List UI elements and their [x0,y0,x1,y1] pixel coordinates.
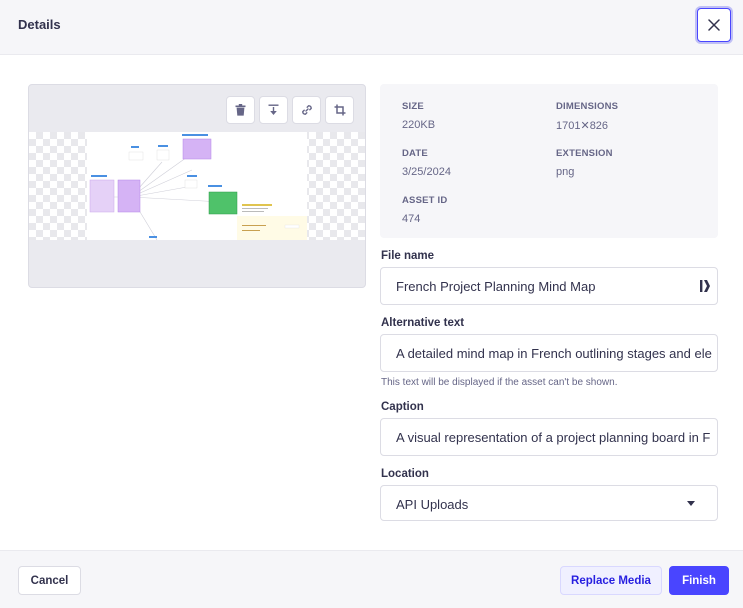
size-value: 220KB [402,119,436,131]
link-icon [301,105,312,115]
meta-date: DATE 3/25/2024 [402,148,451,178]
caption-field[interactable]: A visual representation of a project pla… [380,418,718,456]
trash-icon [235,104,246,116]
file-name-input[interactable] [396,268,686,304]
file-name-label: File name [381,250,435,262]
close-icon [708,19,720,31]
alt-text-field[interactable]: A detailed mind map in French outlining … [380,334,718,372]
modal-header: Details [0,0,743,55]
asset-metadata: SIZE 220KB DIMENSIONS 1701✕826 DATE 3/25… [380,84,718,238]
date-label: DATE [402,148,428,159]
location-label: Location [381,468,429,480]
file-name-field [380,267,718,305]
crop-icon [334,104,345,116]
copy-link-button[interactable] [292,96,321,124]
download-button[interactable] [259,96,288,124]
asset-id-value: 474 [402,213,421,225]
extension-value: png [556,166,575,178]
location-select[interactable]: API Uploads [380,485,718,521]
crop-button[interactable] [325,96,354,124]
asset-preview [28,84,366,288]
meta-size: SIZE 220KB [402,101,435,131]
chevron-down-icon [687,501,695,506]
size-label: SIZE [402,101,424,112]
preview-toolbar [226,96,354,124]
location-selected-value: API Uploads [396,497,469,512]
cancel-button[interactable]: Cancel [18,566,81,595]
replace-media-button[interactable]: Replace Media [560,566,662,595]
caption-label: Caption [381,401,424,413]
asset-thumbnail [87,132,307,240]
alt-text-input[interactable]: A detailed mind map in French outlining … [396,346,712,361]
close-button[interactable] [697,8,731,42]
asset-id-label: ASSET ID [402,195,448,206]
extension-label: EXTENSION [556,148,613,159]
caption-input[interactable]: A visual representation of a project pla… [396,430,710,445]
date-value: 3/25/2024 [402,166,451,178]
password-manager-icon[interactable] [700,279,711,293]
meta-asset-id: ASSET ID 474 [402,195,447,225]
alt-text-hint: This text will be displayed if the asset… [381,377,618,388]
finish-button[interactable]: Finish [669,566,729,595]
download-icon [268,104,279,115]
modal-footer: Cancel Replace Media Finish [0,550,743,608]
delete-button[interactable] [226,96,255,124]
image-canvas [29,132,365,240]
dimensions-label: DIMENSIONS [556,101,619,112]
alt-text-label: Alternative text [381,317,465,329]
meta-extension: EXTENSION png [556,148,613,178]
dimensions-value: 1701✕826 [556,120,609,132]
modal-title: Details [18,17,61,32]
meta-dimensions: DIMENSIONS 1701✕826 [556,101,618,132]
